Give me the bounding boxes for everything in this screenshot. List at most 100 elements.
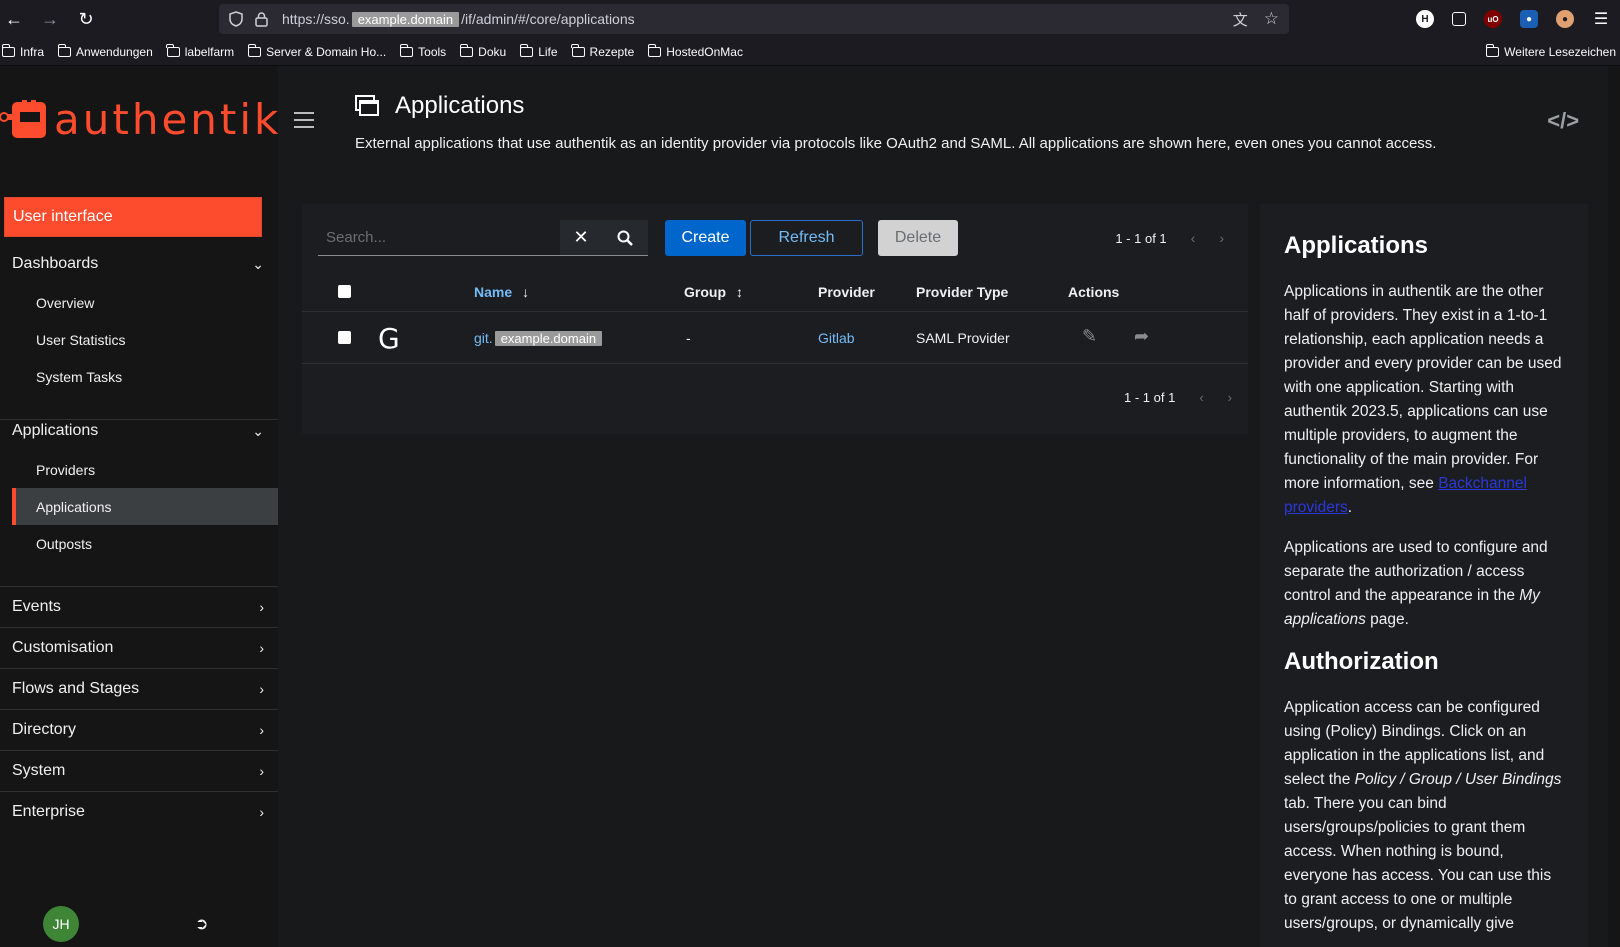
forward-icon[interactable]: → <box>36 5 64 33</box>
folder-icon <box>519 43 534 57</box>
table-row: G git. example.domain - Gitlab SAML Provi… <box>302 312 1248 364</box>
bookmark-folder[interactable]: Rezepte <box>571 43 641 59</box>
url-suffix: /if/admin/#/core/applications <box>461 11 635 27</box>
bookmark-folder[interactable]: Infra <box>1 43 50 59</box>
bookmark-folder[interactable]: Doku <box>459 43 512 59</box>
row-checkbox[interactable] <box>338 331 351 344</box>
provider-link[interactable]: Gitlab <box>818 330 855 346</box>
nav-item-overview[interactable]: Overview <box>0 284 278 321</box>
pagination-label: 1 - 1 of 1 <box>1115 230 1167 246</box>
column-name[interactable]: Name ↓ <box>474 284 529 300</box>
nav-item-outposts[interactable]: Outposts <box>0 525 278 562</box>
help-paragraph: Applications are used to configure and s… <box>1284 539 1548 628</box>
scrollbar[interactable] <box>1608 66 1620 947</box>
create-button[interactable]: Create <box>665 220 746 256</box>
ublock-icon[interactable]: uO <box>1484 10 1502 28</box>
bookmark-star-icon[interactable]: ☆ <box>1264 9 1279 29</box>
authentik-logo-icon <box>0 100 46 138</box>
help-paragraph: Application access can be configured usi… <box>1284 699 1562 932</box>
authentik-logo[interactable]: authentik <box>0 99 281 141</box>
chevron-down-icon: ⌄ <box>252 422 264 439</box>
bookmark-folder[interactable]: Server & Domain Ho... <box>247 43 392 59</box>
column-provider-type: Provider Type <box>916 284 1009 300</box>
nav-group-applications: Applications ⌄ Providers Applications Ou… <box>0 411 278 562</box>
nav-item-user-statistics[interactable]: User Statistics <box>0 321 278 358</box>
bitwarden-icon[interactable]: ● <box>1520 10 1538 28</box>
pagination-top: 1 - 1 of 1 ‹ › <box>1115 220 1224 256</box>
next-page-icon[interactable]: › <box>1228 390 1232 405</box>
reload-icon[interactable]: ↻ <box>72 5 100 33</box>
extension-h-icon[interactable]: H <box>1416 10 1434 28</box>
translate-icon[interactable]: 文 <box>1233 9 1248 30</box>
folder-icon <box>166 43 180 57</box>
nav-events[interactable]: Events › <box>0 587 278 627</box>
search-icon[interactable] <box>602 220 648 256</box>
avatar[interactable]: JH <box>43 906 79 942</box>
page-header: Applications External applications that … <box>355 92 1620 152</box>
delete-button[interactable]: Delete <box>878 220 958 256</box>
folder-icon <box>399 43 414 57</box>
chevron-right-icon: › <box>259 640 264 656</box>
app-name-redacted: example.domain <box>494 331 603 346</box>
column-group[interactable]: Group ↕ <box>684 284 743 300</box>
extensions-puzzle-icon[interactable] <box>1452 12 1466 26</box>
app-icon-letter: G <box>378 322 400 355</box>
sidebar: authentik User interface Dashboards ⌄ Ov… <box>0 66 278 947</box>
nav-item-applications[interactable]: Applications <box>12 488 278 525</box>
clear-search-icon[interactable]: ✕ <box>560 220 602 256</box>
menu-icon[interactable]: ☰ <box>1592 10 1610 28</box>
provider-type: SAML Provider <box>916 330 1010 346</box>
prev-page-icon[interactable]: ‹ <box>1191 230 1196 246</box>
back-icon[interactable]: ← <box>0 5 28 33</box>
bookmark-folder[interactable]: labelfarm <box>166 43 240 59</box>
api-code-icon[interactable]: </> <box>1547 108 1579 134</box>
nav-system[interactable]: System › <box>0 751 278 791</box>
bookmark-folder[interactable]: HostedOnMac <box>647 43 749 59</box>
search-input[interactable]: Search... <box>318 220 560 256</box>
app-name-link[interactable]: git. example.domain <box>474 330 604 346</box>
nav-enterprise[interactable]: Enterprise › <box>0 792 278 832</box>
nav-flows-and-stages[interactable]: Flows and Stages › <box>0 669 278 709</box>
nav-item-providers[interactable]: Providers <box>0 451 278 488</box>
folder-icon <box>1485 44 1500 57</box>
column-actions: Actions <box>1068 284 1120 300</box>
next-page-icon[interactable]: › <box>1219 230 1224 246</box>
folder-icon <box>647 43 662 57</box>
url-bar[interactable]: https://sso. example.domain /if/admin/#/… <box>219 4 1289 34</box>
bookmarks-bar: Infra Anwendungen labelfarm Server & Dom… <box>0 38 1620 66</box>
refresh-button[interactable]: Refresh <box>750 220 863 256</box>
nav-applications[interactable]: Applications ⌄ <box>0 411 278 451</box>
chevron-down-icon: ⌄ <box>252 255 264 272</box>
chevron-right-icon: › <box>259 763 264 779</box>
profile-icon[interactable]: ● <box>1556 10 1574 28</box>
help-paragraph: Applications in authentik are the other … <box>1284 283 1562 516</box>
table-header: Name ↓ Group ↕ Provider Provider Type Acti… <box>302 272 1248 312</box>
bookmark-folder[interactable]: Anwendungen <box>57 43 159 59</box>
logout-icon[interactable]: ➲ <box>195 914 208 934</box>
app: authentik User interface Dashboards ⌄ Ov… <box>0 66 1620 947</box>
applications-icon <box>355 95 379 116</box>
open-external-icon[interactable]: ➦ <box>1134 326 1149 347</box>
shield-icon <box>229 11 243 27</box>
help-title: Applications <box>1284 232 1429 259</box>
nav-directory[interactable]: Directory › <box>0 710 278 750</box>
nav-item-system-tasks[interactable]: System Tasks <box>0 358 278 395</box>
nav-dashboards[interactable]: Dashboards ⌄ <box>0 244 278 284</box>
bookmarks-more[interactable]: Weitere Lesezeichen <box>1485 44 1616 59</box>
help-subtitle: Authorization <box>1284 648 1439 675</box>
bookmark-folder[interactable]: Life <box>519 43 563 59</box>
edit-icon[interactable]: ✎ <box>1082 326 1097 347</box>
table-toolbar: Search... ✕ Create Refresh Delete 1 - 1 … <box>318 220 1232 256</box>
select-all-checkbox[interactable] <box>338 285 351 298</box>
nav-group-collapsed: Events › Customisation › Flows and Stages ›… <box>0 586 278 832</box>
hamburger-menu-icon[interactable] <box>294 112 314 133</box>
folder-icon <box>571 43 585 57</box>
chevron-right-icon: › <box>259 599 264 615</box>
nav-customisation[interactable]: Customisation › <box>0 628 278 668</box>
prev-page-icon[interactable]: ‹ <box>1199 390 1203 405</box>
bookmark-folder[interactable]: Tools <box>399 43 452 59</box>
pagination-label: 1 - 1 of 1 <box>1124 389 1176 405</box>
column-provider: Provider <box>818 284 875 300</box>
folder-icon <box>247 43 262 57</box>
user-interface-button[interactable]: User interface <box>4 197 262 237</box>
